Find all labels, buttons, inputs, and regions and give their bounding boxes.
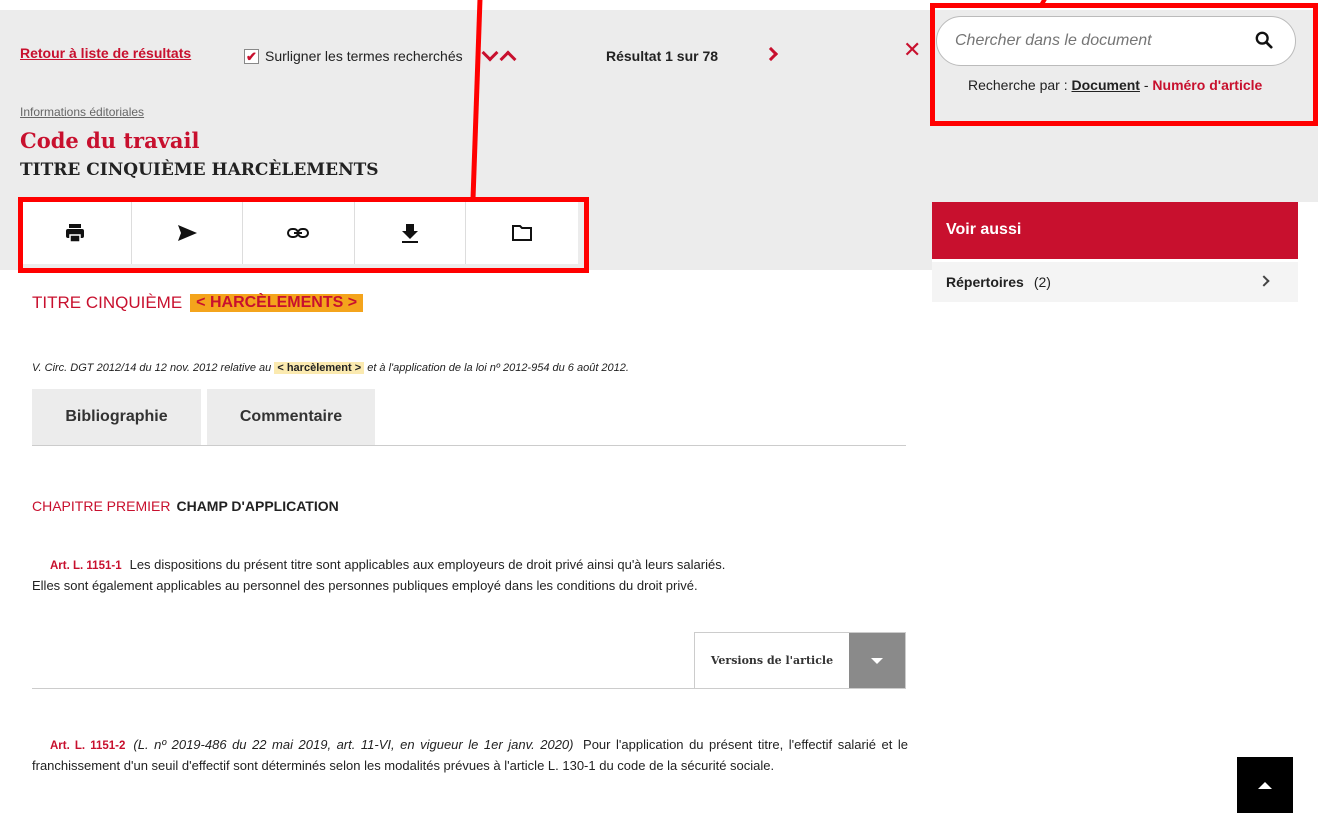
chevron-down-icon xyxy=(849,633,905,688)
highlight-terms-toggle[interactable]: ✔ Surligner les termes recherchés xyxy=(244,48,517,64)
editorial-info-link[interactable]: Informations éditoriales xyxy=(20,105,144,119)
next-term-chevron-down-icon[interactable] xyxy=(481,50,499,62)
circular-reference-note: V. Circ. DGT 2012/14 du 12 nov. 2012 rel… xyxy=(32,362,629,374)
download-button[interactable] xyxy=(355,202,467,264)
highlight-label: Surligner les termes recherchés xyxy=(265,48,463,64)
scroll-to-top-button[interactable] xyxy=(1237,757,1293,813)
article-text-line-1: Les dispositions du présent titre sont a… xyxy=(129,557,726,572)
send-icon xyxy=(177,225,197,241)
search-by-document-link[interactable]: Document xyxy=(1072,77,1140,93)
search-by-options: Recherche par : Document - Numéro d'arti… xyxy=(968,77,1262,93)
save-to-folder-button[interactable] xyxy=(466,202,578,264)
document-subtitle: TITRE CINQUIÈME HARCÈLEMENTS xyxy=(20,160,379,180)
download-icon xyxy=(402,224,419,243)
article-l-1151-2: Art. L. 1151-2 (L. nº 2019-486 du 22 mai … xyxy=(32,735,908,776)
document-toolbar xyxy=(20,202,578,264)
search-by-separator: - xyxy=(1143,77,1149,93)
article-amendment-note: (L. nº 2019-486 du 22 mai 2019, art. 11-… xyxy=(133,737,574,752)
versions-label: Versions de l'article xyxy=(710,654,834,667)
document-search-box xyxy=(936,16,1296,66)
send-button[interactable] xyxy=(132,202,244,264)
section-title: TITRE CINQUIÈME < HARCÈLEMENTS > xyxy=(32,293,364,313)
previous-term-chevron-up-icon[interactable] xyxy=(499,50,517,62)
highlight-checkbox[interactable]: ✔ xyxy=(244,48,259,64)
tab-commentaire[interactable]: Commentaire xyxy=(207,389,375,445)
titre-highlighted-term: < HARCÈLEMENTS > xyxy=(190,294,364,312)
titre-label: TITRE CINQUIÈME xyxy=(32,293,183,312)
arrow-up-icon xyxy=(1258,781,1272,789)
top-band xyxy=(0,0,1318,10)
chapter-heading: CHAPITRE PREMIER CHAMP D'APPLICATION xyxy=(32,498,339,514)
circ-note-suffix: et à l'application de la loi nº 2012-954… xyxy=(367,362,629,374)
article-versions-dropdown[interactable]: Versions de l'article xyxy=(694,632,906,689)
chapter-label: CHAPITRE PREMIER xyxy=(32,498,171,514)
copy-link-button[interactable] xyxy=(243,202,355,264)
back-to-results-link[interactable]: Retour à liste de résultats xyxy=(20,45,191,61)
document-title: Code du travail xyxy=(20,128,200,153)
article-text-line-2: Elles sont également applicables au pers… xyxy=(32,578,698,593)
titre-highlight-text: < HARCÈLEMENTS > xyxy=(196,294,358,311)
see-also-header: Voir aussi xyxy=(932,202,1298,259)
search-by-prefix: Recherche par : xyxy=(968,77,1068,93)
article-reference[interactable]: Art. L. 1151-1 xyxy=(50,560,122,572)
print-icon xyxy=(66,224,85,243)
repertoires-item[interactable]: Répertoires (2) xyxy=(932,262,1298,302)
search-by-article-number-link[interactable]: Numéro d'article xyxy=(1152,77,1262,93)
article-l-1151-1: Art. L. 1151-1 Les dispositions du présen… xyxy=(32,555,892,596)
term-navigation xyxy=(481,50,517,62)
circ-note-highlight: < harcèlement > xyxy=(274,362,365,374)
folder-icon xyxy=(512,225,533,241)
repertoires-label: Répertoires xyxy=(946,274,1024,290)
circ-note-prefix: V. Circ. DGT 2012/14 du 12 nov. 2012 rel… xyxy=(32,362,272,374)
chapter-title: CHAMP D'APPLICATION xyxy=(176,498,339,514)
close-icon[interactable]: ✕ xyxy=(903,40,921,62)
result-counter: Résultat 1 sur 78 xyxy=(606,48,719,64)
print-button[interactable] xyxy=(20,202,132,264)
link-icon xyxy=(287,228,310,238)
document-search-input[interactable] xyxy=(937,17,1237,65)
chevron-right-icon xyxy=(1258,275,1270,287)
article-reference[interactable]: Art. L. 1151-2 xyxy=(50,740,125,752)
article-divider xyxy=(32,688,906,689)
repertoires-count: (2) xyxy=(1033,274,1051,290)
search-icon[interactable] xyxy=(1255,31,1273,49)
annotation-tabs: Bibliographie Commentaire xyxy=(32,389,906,446)
tab-bibliographie[interactable]: Bibliographie xyxy=(32,389,201,445)
